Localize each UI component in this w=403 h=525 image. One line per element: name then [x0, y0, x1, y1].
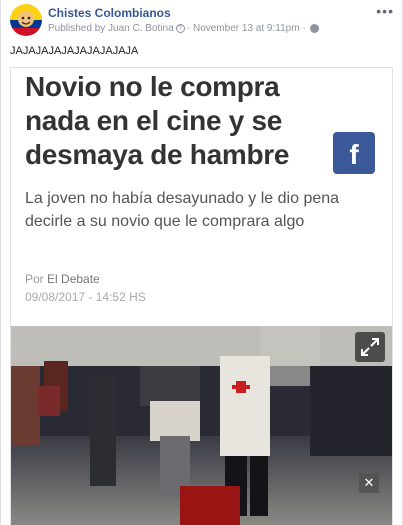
meta-separator-2: ·	[302, 23, 306, 34]
expand-icon[interactable]	[355, 332, 385, 362]
close-icon[interactable]: ✕	[359, 473, 379, 493]
article-date: 09/08/2017 - 14:52 HS	[25, 290, 146, 304]
post-text: JAJAJAJAJAJAJAJAJAJA	[10, 45, 139, 57]
article-source: El Debate	[47, 272, 100, 286]
post-meta: Published by Juan C. Botina ? · November…	[48, 23, 319, 34]
article-photo[interactable]: ✕	[11, 326, 392, 525]
photo-illustration	[11, 326, 392, 525]
article-headline[interactable]: Novio no le compra nada en el cine y se …	[25, 70, 325, 172]
more-icon[interactable]: •••	[376, 4, 394, 18]
published-by[interactable]: Published by Juan C. Botina	[48, 23, 174, 34]
byline-prefix: Por	[25, 272, 44, 286]
article-byline: Por El Debate	[25, 272, 100, 286]
page-name-link[interactable]: Chistes Colombianos	[48, 6, 171, 20]
globe-icon[interactable]	[309, 24, 319, 33]
page-avatar[interactable]	[10, 4, 42, 36]
shared-article[interactable]: Novio no le compra nada en el cine y se …	[10, 67, 393, 525]
help-icon[interactable]: ?	[175, 24, 185, 33]
facebook-icon: f	[333, 132, 375, 174]
facebook-post: Chistes Colombianos Published by Juan C.…	[0, 0, 403, 525]
article-subhead: La joven no había desayunado y le dio pe…	[25, 190, 340, 230]
meta-separator: ·	[186, 23, 190, 34]
post-timestamp[interactable]: November 13 at 9:11pm	[193, 23, 300, 34]
